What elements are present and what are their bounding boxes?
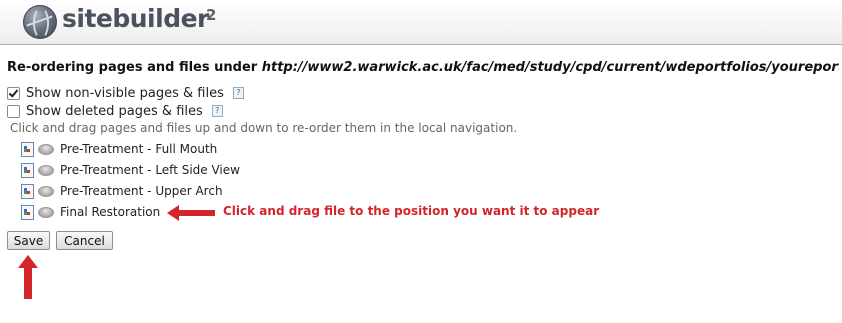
option-show-non-visible[interactable]: Show non-visible pages & files ? <box>7 85 244 101</box>
help-icon[interactable]: ? <box>211 105 223 117</box>
logo-text: sitebuilder <box>62 4 209 33</box>
help-icon[interactable]: ? <box>232 87 244 99</box>
grey-pill-icon <box>38 206 54 218</box>
logo-version: 2 <box>206 6 217 24</box>
file-label[interactable]: Final Restoration <box>60 205 160 219</box>
heading-prefix: Re-ordering pages and files under <box>7 60 258 75</box>
save-button[interactable]: Save <box>7 231 50 250</box>
file-row[interactable]: Pre-Treatment - Full Mouth <box>21 140 217 158</box>
app-header: sitebuilder 2 <box>0 0 842 45</box>
file-label[interactable]: Pre-Treatment - Left Side View <box>60 163 240 177</box>
file-row[interactable]: Pre-Treatment - Upper Arch <box>21 182 223 200</box>
show-non-visible-label[interactable]: Show non-visible pages & files <box>26 86 224 101</box>
image-file-icon <box>21 162 34 178</box>
grey-pill-icon <box>38 143 54 155</box>
grey-pill-icon <box>38 185 54 197</box>
image-file-icon <box>21 204 34 220</box>
image-file-icon <box>21 183 34 199</box>
file-label[interactable]: Pre-Treatment - Full Mouth <box>60 142 217 156</box>
grey-pill-icon <box>38 164 54 176</box>
file-row[interactable]: Pre-Treatment - Left Side View <box>21 161 240 179</box>
arrow-up-icon <box>18 255 38 299</box>
globe-logo-icon <box>23 5 57 39</box>
arrow-left-icon <box>167 205 215 221</box>
annotation-text: Click and drag file to the position you … <box>223 204 600 218</box>
instructions-text: Click and drag pages and files up and do… <box>10 121 518 135</box>
page-heading: Re-ordering pages and files under http:/… <box>7 60 839 75</box>
file-row[interactable]: Final Restoration <box>21 203 160 221</box>
cancel-button[interactable]: Cancel <box>56 231 113 250</box>
show-deleted-checkbox[interactable] <box>7 104 20 118</box>
file-label[interactable]: Pre-Treatment - Upper Arch <box>60 184 223 198</box>
show-non-visible-checkbox[interactable] <box>7 86 20 100</box>
show-deleted-label[interactable]: Show deleted pages & files <box>26 104 203 119</box>
heading-url: http://www2.warwick.ac.uk/fac/med/study/… <box>261 60 839 75</box>
option-show-deleted[interactable]: Show deleted pages & files ? <box>7 103 223 119</box>
image-file-icon <box>21 141 34 157</box>
